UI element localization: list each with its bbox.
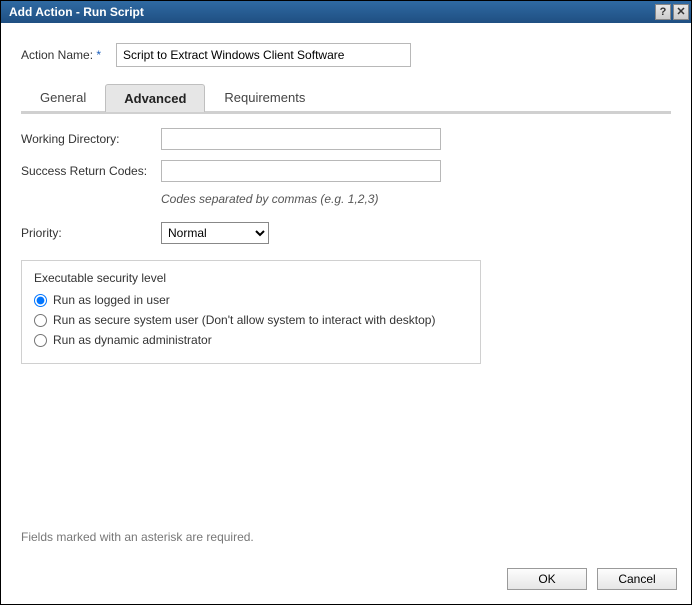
ok-button[interactable]: OK xyxy=(507,568,587,590)
action-name-input[interactable] xyxy=(116,43,411,67)
security-option-label: Run as secure system user (Don't allow s… xyxy=(53,313,435,327)
advanced-panel: Working Directory: Success Return Codes:… xyxy=(21,128,671,364)
security-option-label: Run as logged in user xyxy=(53,293,170,307)
priority-row: Priority: Normal xyxy=(21,222,671,244)
tab-requirements[interactable]: Requirements xyxy=(205,83,324,111)
security-radio-dynamic-admin[interactable] xyxy=(34,334,47,347)
priority-select[interactable]: Normal xyxy=(161,222,269,244)
working-dir-row: Working Directory: xyxy=(21,128,671,150)
security-level-fieldset: Executable security level Run as logged … xyxy=(21,260,481,364)
action-name-label: Action Name: * xyxy=(21,48,116,62)
required-marker: * xyxy=(96,48,101,62)
priority-label: Priority: xyxy=(21,226,161,240)
security-option-label: Run as dynamic administrator xyxy=(53,333,212,347)
close-icon: ✕ xyxy=(676,7,685,18)
close-button[interactable]: ✕ xyxy=(673,4,689,20)
tab-advanced[interactable]: Advanced xyxy=(105,84,205,112)
tab-general[interactable]: General xyxy=(21,83,105,111)
window-title: Add Action - Run Script xyxy=(9,5,144,19)
button-row: OK Cancel xyxy=(1,558,691,604)
return-codes-label: Success Return Codes: xyxy=(21,164,161,178)
dialog-window: Add Action - Run Script ? ✕ Action Name:… xyxy=(0,0,692,605)
working-dir-label: Working Directory: xyxy=(21,132,161,146)
action-name-row: Action Name: * xyxy=(21,43,671,67)
help-button[interactable]: ? xyxy=(655,4,671,20)
titlebar: Add Action - Run Script ? ✕ xyxy=(1,1,691,23)
footer-note: Fields marked with an asterisk are requi… xyxy=(21,500,671,544)
security-option-logged-in[interactable]: Run as logged in user xyxy=(34,293,468,307)
help-icon: ? xyxy=(660,7,667,18)
content-area: Action Name: * General Advanced Requirem… xyxy=(1,23,691,558)
security-option-dynamic-admin[interactable]: Run as dynamic administrator xyxy=(34,333,468,347)
security-option-secure-system[interactable]: Run as secure system user (Don't allow s… xyxy=(34,313,468,327)
working-dir-input[interactable] xyxy=(161,128,441,150)
tabstrip: General Advanced Requirements xyxy=(21,83,671,114)
return-codes-hint: Codes separated by commas (e.g. 1,2,3) xyxy=(161,192,671,206)
return-codes-row: Success Return Codes: xyxy=(21,160,671,182)
return-codes-input[interactable] xyxy=(161,160,441,182)
security-level-legend: Executable security level xyxy=(34,271,468,285)
security-radio-secure-system[interactable] xyxy=(34,314,47,327)
cancel-button[interactable]: Cancel xyxy=(597,568,677,590)
security-radio-logged-in[interactable] xyxy=(34,294,47,307)
titlebar-buttons: ? ✕ xyxy=(655,4,689,20)
